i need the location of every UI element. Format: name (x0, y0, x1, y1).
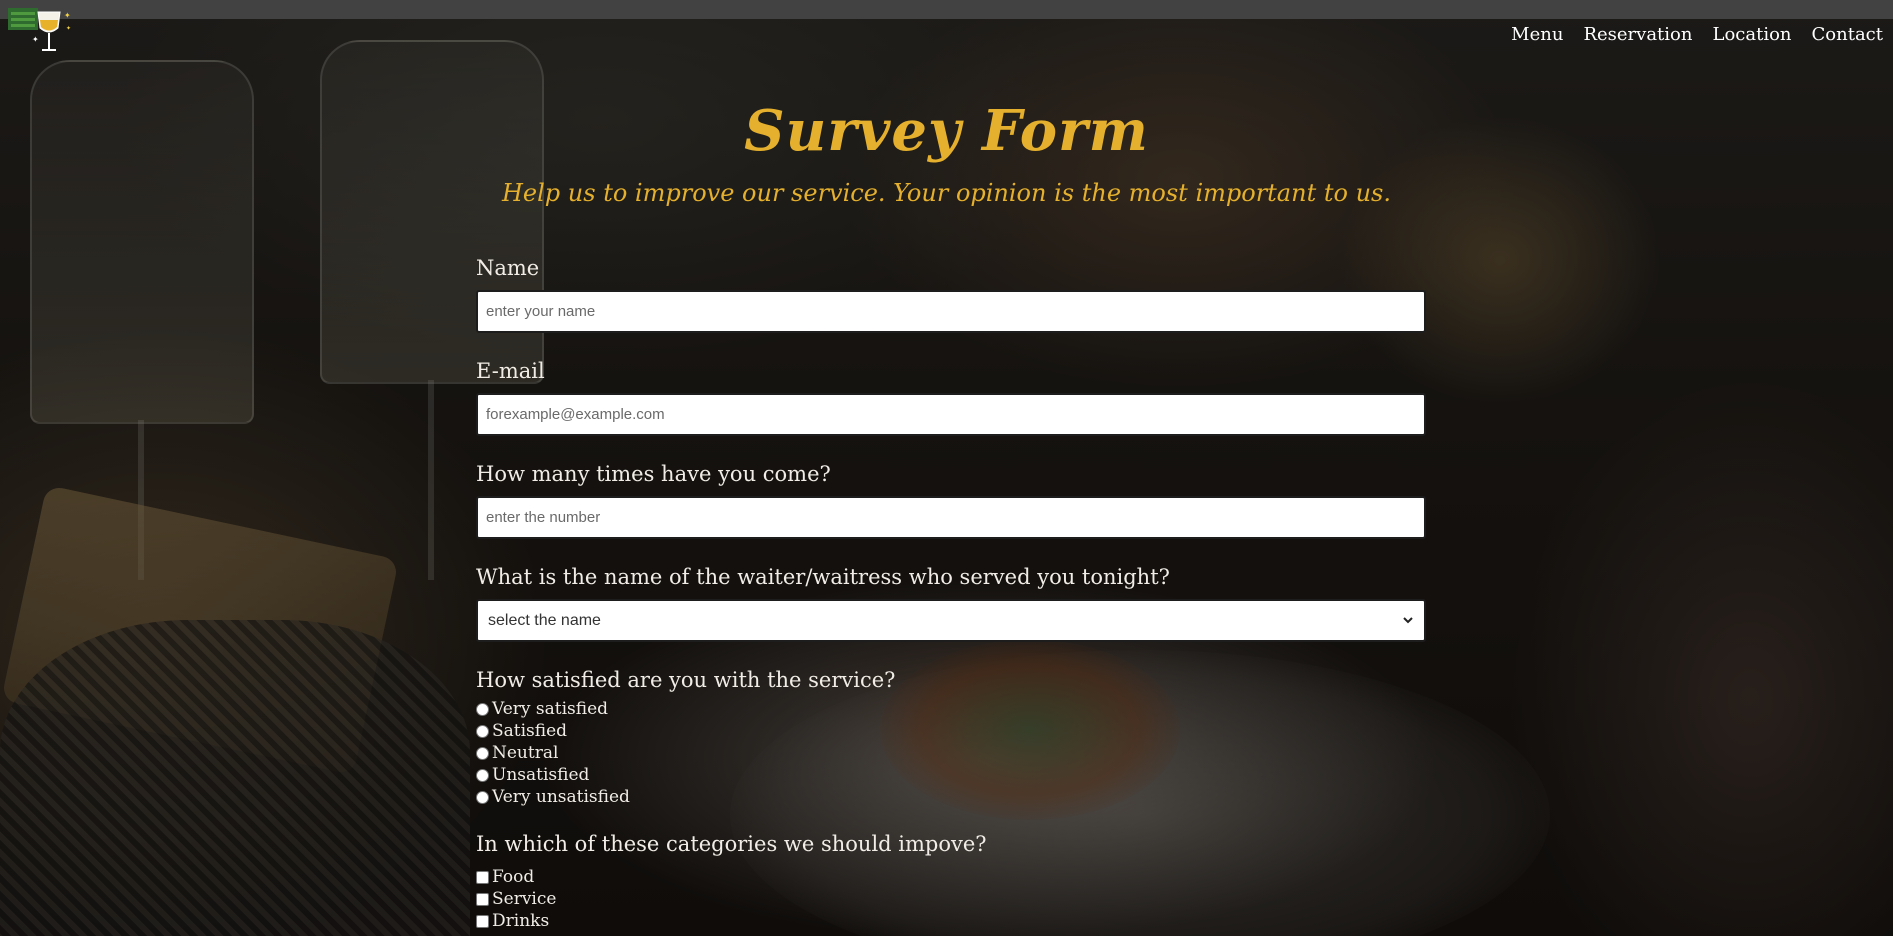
radio-button[interactable] (476, 790, 489, 804)
checkbox[interactable] (476, 870, 489, 884)
radio-option-very-unsatisfied[interactable]: Very unsatisfied (476, 786, 1426, 808)
improve-label: In which of these categories we should i… (476, 832, 987, 856)
radio-button[interactable] (476, 746, 489, 760)
waiter-select-value: select the name (488, 611, 601, 629)
improve-checkbox-group: Food Service Drinks (476, 866, 1426, 932)
email-input[interactable] (476, 393, 1426, 436)
satisfaction-label: How satisfied are you with the service? (476, 668, 896, 692)
checkbox-label: Service (492, 889, 557, 909)
radio-option-unsatisfied[interactable]: Unsatisfied (476, 764, 1426, 786)
survey-form: Name E-mail How many times have you come… (476, 252, 1426, 932)
radio-option-very-satisfied[interactable]: Very satisfied (476, 698, 1426, 720)
radio-button[interactable] (476, 724, 489, 738)
chevron-down-icon (1403, 617, 1413, 624)
checkbox-option-drinks[interactable]: Drinks (476, 910, 1426, 932)
name-input[interactable] (476, 290, 1426, 333)
main-nav: Menu Reservation Location Contact (1511, 22, 1883, 48)
checkbox[interactable] (476, 914, 489, 928)
checkbox-label: Food (492, 867, 535, 887)
checkbox[interactable] (476, 892, 489, 906)
visits-label: How many times have you come? (476, 462, 831, 486)
nav-item-menu[interactable]: Menu (1511, 22, 1563, 48)
checkbox-option-food[interactable]: Food (476, 866, 1426, 888)
name-label: Name (476, 256, 540, 280)
radio-label: Very unsatisfied (492, 787, 630, 807)
radio-label: Satisfied (492, 721, 568, 741)
nav-item-location[interactable]: Location (1712, 22, 1791, 48)
visits-number-input[interactable] (476, 496, 1426, 539)
radio-button[interactable] (476, 702, 489, 716)
svg-text:✦: ✦ (64, 11, 71, 20)
radio-button[interactable] (476, 768, 489, 782)
waiter-label: What is the name of the waiter/waitress … (476, 565, 1170, 589)
radio-label: Neutral (492, 743, 559, 763)
nav-item-contact[interactable]: Contact (1812, 22, 1883, 48)
wine-glass-logo-icon[interactable]: ✦ ✦ ✦ (8, 8, 74, 56)
radio-option-neutral[interactable]: Neutral (476, 742, 1426, 764)
checkbox-label: Drinks (492, 911, 550, 931)
satisfaction-radio-group: Very satisfied Satisfied Neutral Unsatis… (476, 698, 1426, 808)
page-title: Survey Form (744, 98, 1149, 164)
nav-item-reservation[interactable]: Reservation (1583, 22, 1692, 48)
waiter-select[interactable]: select the name (476, 599, 1426, 642)
checkbox-option-service[interactable]: Service (476, 888, 1426, 910)
radio-option-satisfied[interactable]: Satisfied (476, 720, 1426, 742)
top-bar (0, 0, 1893, 19)
page-subtitle: Help us to improve our service. Your opi… (502, 179, 1391, 207)
radio-label: Unsatisfied (492, 765, 590, 785)
svg-text:✦: ✦ (32, 35, 39, 44)
svg-text:✦: ✦ (66, 25, 71, 32)
email-label: E-mail (476, 359, 545, 383)
radio-label: Very satisfied (492, 699, 609, 719)
